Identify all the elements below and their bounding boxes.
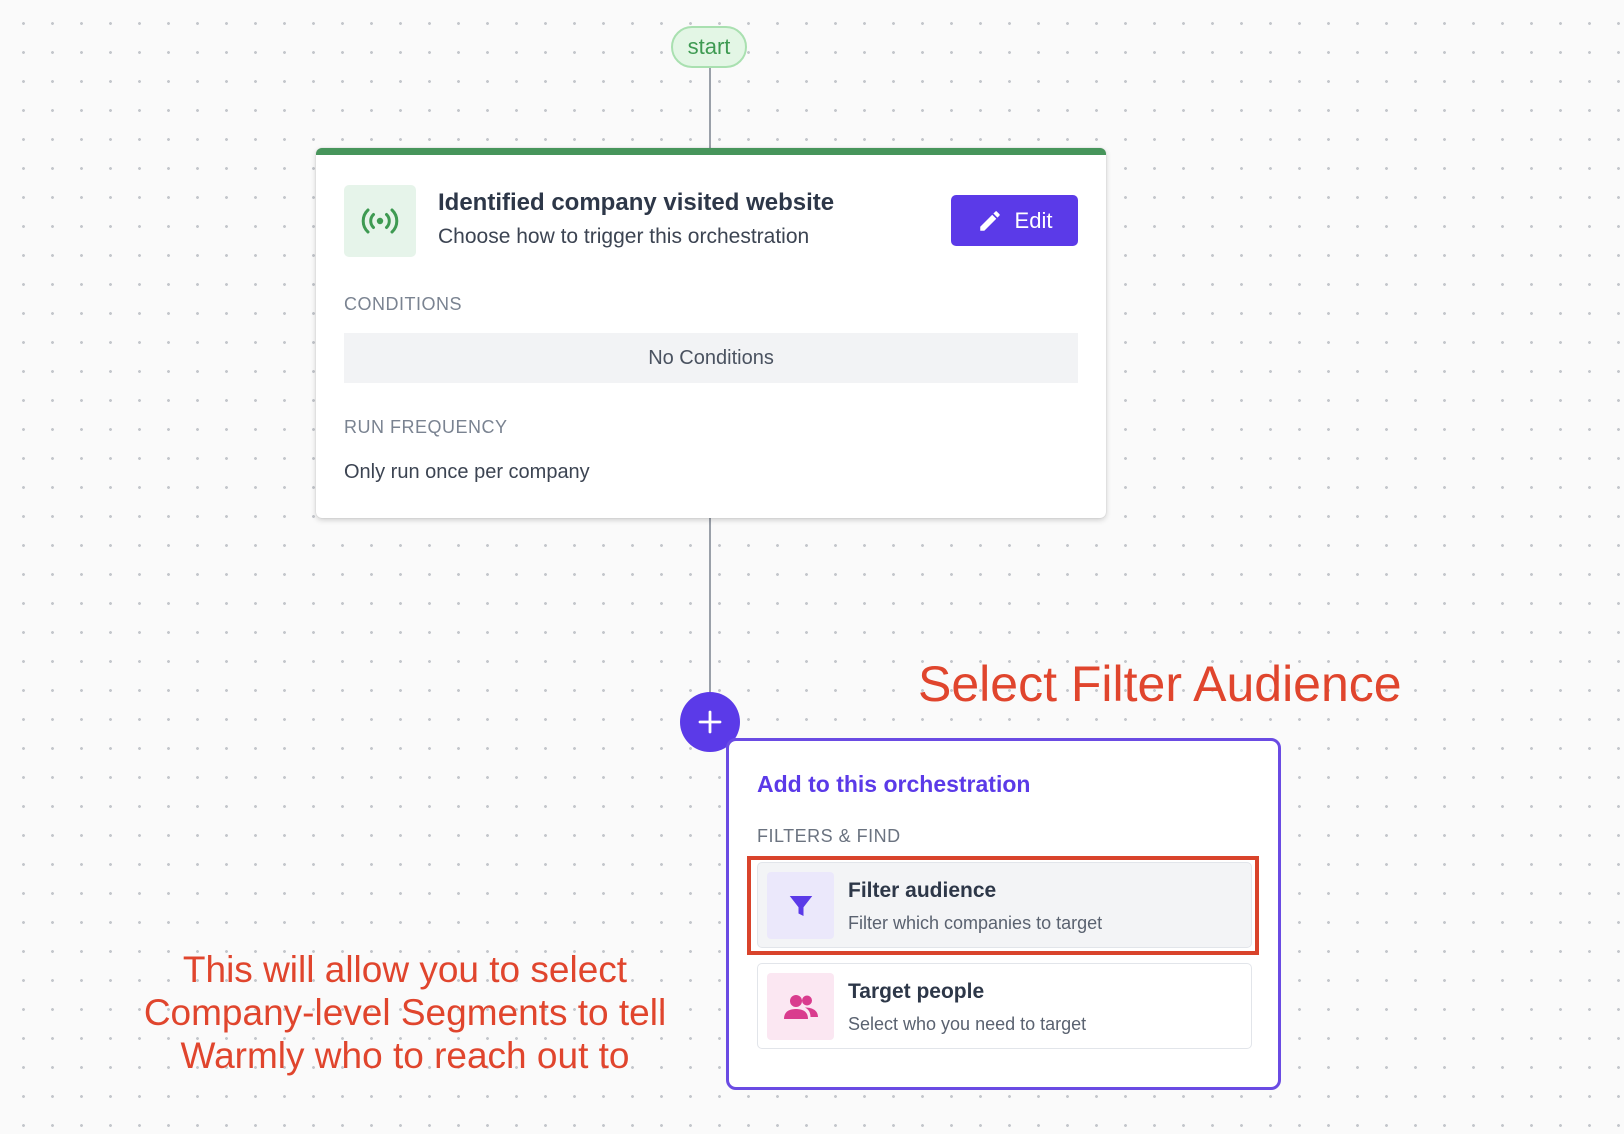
broadcast-signal-icon (361, 208, 399, 234)
target-people-title: Target people (848, 980, 985, 1003)
pencil-icon (979, 210, 1000, 231)
annotation-body-line-2: Company-level Segments to tell (143, 992, 667, 1033)
conditions-value: No Conditions (344, 333, 1078, 383)
run-frequency-value: Only run once per company (344, 461, 590, 483)
annotation-title: Select Filter Audience (918, 656, 1402, 712)
funnel-icon (789, 895, 812, 916)
target-people-description: Select who you need to target (848, 1014, 1087, 1034)
target-people-option[interactable]: Target people Select who you need to tar… (757, 963, 1252, 1049)
annotation-body-line-1: This will allow you to select (182, 949, 628, 990)
filter-audience-description: Filter which companies to target (848, 913, 1103, 933)
annotation-body-line-3: Warmly who to reach out to (180, 1035, 630, 1076)
conditions-label: CONDITIONS (344, 294, 463, 314)
trigger-icon-container (344, 185, 416, 257)
target-people-icon-container (767, 973, 834, 1040)
edit-button[interactable]: Edit (951, 195, 1078, 246)
filter-audience-title: Filter audience (848, 879, 997, 902)
run-frequency-label: RUN FREQUENCY (344, 417, 508, 437)
plus-icon (698, 710, 722, 734)
connector-start-to-trigger (709, 68, 711, 150)
connector-trigger-to-add (709, 518, 711, 694)
filters-find-label: FILTERS & FIND (757, 826, 901, 846)
add-to-orchestration-panel: Add to this orchestration FILTERS & FIND… (726, 738, 1281, 1090)
trigger-title: Identified company visited website (438, 189, 835, 216)
trigger-subtitle: Choose how to trigger this orchestration (438, 225, 810, 248)
trigger-card: Identified company visited website Choos… (316, 148, 1106, 518)
start-node: start (671, 26, 747, 68)
panel-title: Add to this orchestration (757, 771, 1031, 797)
people-icon (783, 994, 818, 1019)
filter-audience-icon-container (767, 872, 834, 939)
annotation-body: This will allow you to select Company-le… (100, 948, 710, 1077)
edit-button-label: Edit (1014, 207, 1053, 233)
filter-audience-option[interactable]: Filter audience Filter which companies t… (757, 862, 1252, 948)
